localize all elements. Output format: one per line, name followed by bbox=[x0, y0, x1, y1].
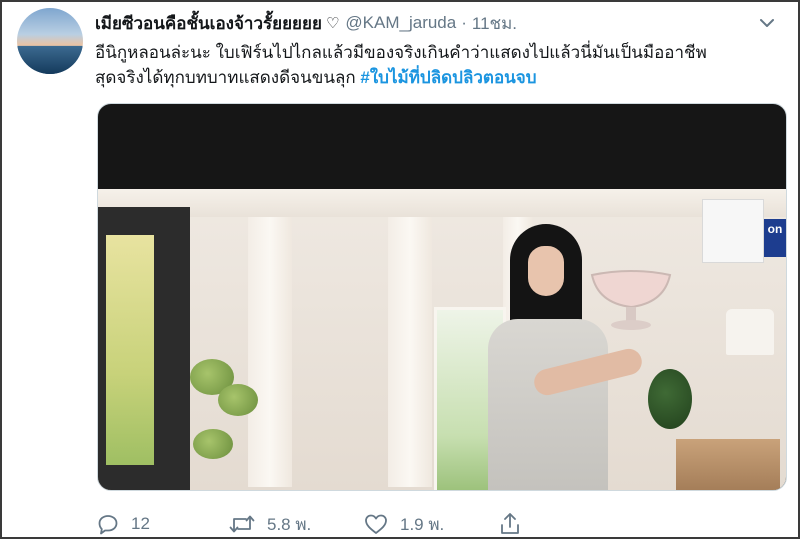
tv-channel-logo: on bbox=[764, 219, 786, 257]
share-icon bbox=[501, 513, 519, 534]
avatar[interactable] bbox=[17, 8, 83, 74]
side-table bbox=[676, 439, 780, 490]
display-name[interactable]: เมียซีวอนคือชั้นเองจ้าวรั้ยยยยย bbox=[95, 10, 322, 37]
house-plant bbox=[648, 369, 692, 429]
reply-count: 12 bbox=[131, 514, 150, 533]
tweet-media-image[interactable]: on bbox=[97, 103, 787, 491]
face bbox=[528, 246, 564, 296]
heart-outline-icon: ♡ bbox=[325, 15, 340, 32]
video-frame: on bbox=[98, 189, 786, 490]
curtain bbox=[248, 217, 292, 487]
tweet-text-segment: สุดจริงได้ทุกบทบาทแสดงดีจนขนลุก bbox=[95, 68, 361, 87]
retweet-count: 5.8 พ. bbox=[267, 514, 312, 534]
glass-bowl bbox=[588, 269, 674, 331]
like-count: 1.9 พ. bbox=[400, 514, 445, 534]
hashtag-link[interactable]: #ใบไม้ที่ปลิดปลิวตอนจบ bbox=[360, 68, 536, 87]
left-window-glass bbox=[106, 235, 154, 465]
timestamp[interactable]: 11ชม. bbox=[472, 10, 517, 37]
share-button[interactable] bbox=[499, 511, 521, 537]
tweet-text: อีนิกูหลอนล่ะนะ ใบเฟิร์นไปไกลแล้วมีของจร… bbox=[95, 40, 791, 90]
retweet-icon bbox=[229, 515, 255, 533]
tweet-text-line: สุดจริงได้ทุกบทบาทแสดงดีจนขนลุก #ใบไม้ที… bbox=[95, 65, 791, 90]
ceiling bbox=[98, 189, 786, 217]
curtain bbox=[388, 217, 432, 487]
topiary-plant bbox=[218, 384, 258, 416]
air-conditioner bbox=[702, 199, 764, 263]
reply-button[interactable]: 12 bbox=[97, 511, 150, 537]
tweet-card[interactable]: เมียซีวอนคือชั้นเองจ้าวรั้ยยยยย ♡ @KAM_j… bbox=[0, 0, 800, 539]
tweet-actions: 12 5.8 พ. 1.9 พ. bbox=[97, 511, 787, 537]
retweet-button[interactable]: 5.8 พ. bbox=[229, 511, 311, 537]
dress bbox=[488, 319, 608, 490]
chevron-down-icon[interactable] bbox=[756, 12, 778, 34]
like-button[interactable]: 1.9 พ. bbox=[364, 511, 444, 537]
topiary-plant bbox=[193, 429, 233, 459]
like-icon bbox=[365, 514, 387, 534]
separator: · bbox=[461, 13, 467, 32]
tweet-text-line: อีนิกูหลอนล่ะนะ ใบเฟิร์นไปไกลแล้วมีของจร… bbox=[95, 43, 707, 62]
actress bbox=[488, 224, 645, 490]
lamp bbox=[726, 309, 774, 355]
tweet-header: เมียซีวอนคือชั้นเองจ้าวรั้ยยยยย ♡ @KAM_j… bbox=[95, 12, 778, 34]
avatar-sea bbox=[17, 46, 83, 74]
left-window bbox=[98, 207, 190, 490]
reply-icon bbox=[98, 515, 118, 535]
user-handle[interactable]: @KAM_jaruda bbox=[345, 13, 456, 33]
